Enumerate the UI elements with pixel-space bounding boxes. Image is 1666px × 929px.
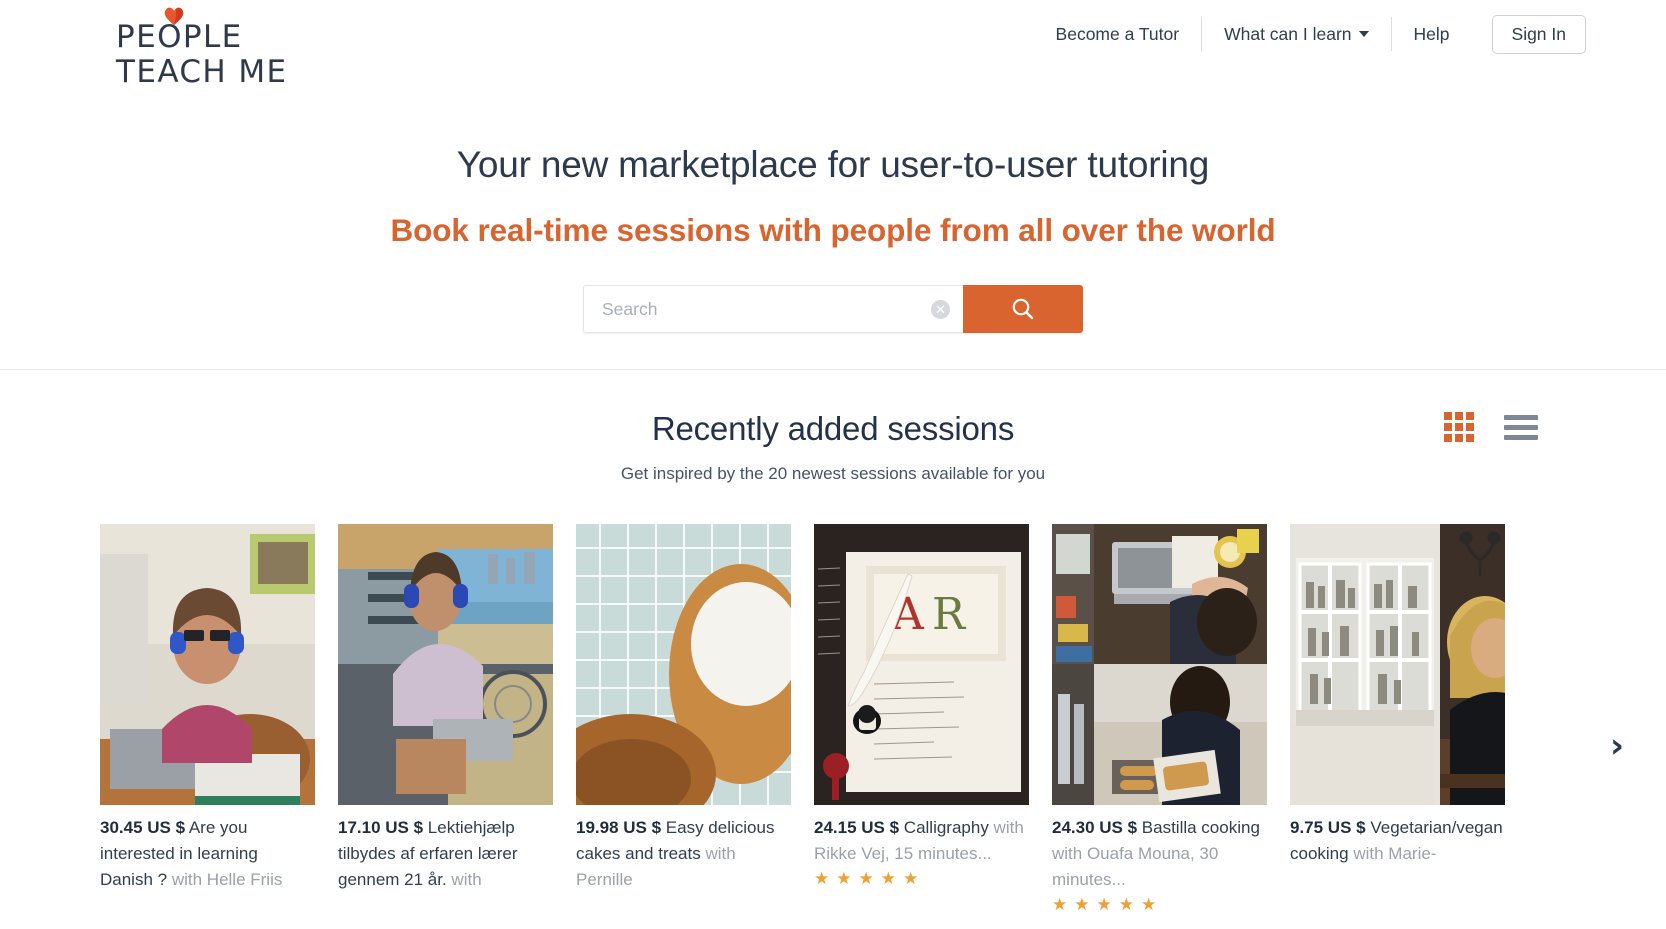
session-card[interactable]: 19.98 US $ Easy delicious cakes and trea… xyxy=(576,524,791,915)
search-row: ✕ xyxy=(0,285,1666,333)
hero-title: Your new marketplace for user-to-user tu… xyxy=(456,144,1210,185)
session-rating: ★★★★★ xyxy=(814,869,926,888)
session-price: 24.15 US $ xyxy=(814,818,900,837)
session-rating: ★★★★★ xyxy=(1052,895,1164,914)
session-thumbnail[interactable] xyxy=(100,524,315,805)
session-caption: 24.30 US $ Bastilla cooking with Ouafa M… xyxy=(1052,815,1267,893)
site-logo[interactable]: PEOPLE TEACH ME xyxy=(116,7,288,90)
session-meta: with Ouafa Mouna, 30 minutes... xyxy=(1052,844,1219,889)
close-icon[interactable]: ✕ xyxy=(931,299,950,319)
session-price: 30.45 US $ xyxy=(100,818,186,837)
thumbnail-image-calligraphy: A R xyxy=(814,524,1029,805)
session-thumbnail[interactable] xyxy=(1052,524,1267,805)
hero-section: Your new marketplace for user-to-user tu… xyxy=(0,96,1666,333)
nav-item-become-a-tutor[interactable]: Become a Tutor xyxy=(1034,16,1202,52)
session-meta: with Helle Friis xyxy=(167,870,283,889)
nav-item-what-can-i-learn[interactable]: What can I learn xyxy=(1202,16,1390,52)
thumbnail-image-danish xyxy=(100,524,315,805)
section-subtitle: Get inspired by the 20 newest sessions a… xyxy=(620,464,1046,483)
session-card[interactable]: A R 24.15 US $ Calligraphy with Rikke Ve… xyxy=(814,524,1029,915)
search-button[interactable] xyxy=(963,285,1083,333)
carousel-next-button[interactable]: › xyxy=(1610,729,1624,763)
list-view-icon[interactable] xyxy=(1504,414,1538,440)
session-title: Bastilla cooking xyxy=(1137,818,1260,837)
logo-line-2: TEACH ME xyxy=(116,54,288,90)
nav-label: Help xyxy=(1413,24,1450,44)
logo-line-1: PEOPLE xyxy=(116,19,243,55)
logo-text: PEOPLE TEACH ME xyxy=(116,8,288,90)
session-caption: 24.15 US $ Calligraphy with Rikke Vej, 1… xyxy=(814,815,1029,867)
search-field: ✕ xyxy=(583,285,963,333)
thumbnail-image-lektiehjaelp xyxy=(338,524,553,805)
main-navigation: Become a Tutor What can I learn Help Sig… xyxy=(1034,14,1586,54)
session-caption: 19.98 US $ Easy delicious cakes and trea… xyxy=(576,815,791,893)
session-thumbnail[interactable] xyxy=(338,524,553,805)
session-title: Calligraphy xyxy=(899,818,989,837)
thumbnail-image-vegetarian xyxy=(1290,524,1505,805)
session-meta: with Marie- xyxy=(1348,844,1437,863)
session-price: 9.75 US $ xyxy=(1290,818,1366,837)
nav-item-help[interactable]: Help xyxy=(1392,16,1472,52)
nav-label: Become a Tutor xyxy=(1055,24,1180,44)
section-title: Recently added sessions xyxy=(651,410,1015,447)
view-toggle xyxy=(1444,412,1538,442)
session-card[interactable]: 9.75 US $ Vegetarian/vegan cooking with … xyxy=(1290,524,1505,915)
thumbnail-image-cakes xyxy=(576,524,791,805)
session-card[interactable]: 17.10 US $ Lektiehjælp tilbydes af erfar… xyxy=(338,524,553,915)
sign-in-button[interactable]: Sign In xyxy=(1491,14,1586,54)
svg-text:R: R xyxy=(932,589,967,640)
search-icon xyxy=(1012,298,1034,320)
session-thumbnail[interactable] xyxy=(1290,524,1505,805)
session-price: 19.98 US $ xyxy=(576,818,662,837)
thumbnail-image-bastilla xyxy=(1052,524,1267,805)
session-caption: 17.10 US $ Lektiehjælp tilbydes af erfar… xyxy=(338,815,553,893)
nav-label: What can I learn xyxy=(1224,24,1352,44)
session-caption: 9.75 US $ Vegetarian/vegan cooking with … xyxy=(1290,815,1505,867)
session-card[interactable]: 24.30 US $ Bastilla cooking with Ouafa M… xyxy=(1052,524,1267,915)
session-price: 17.10 US $ xyxy=(338,818,424,837)
session-thumbnail[interactable] xyxy=(576,524,791,805)
session-meta: with xyxy=(446,870,482,889)
search-box: ✕ xyxy=(583,285,1083,333)
session-price: 24.30 US $ xyxy=(1052,818,1138,837)
site-header: PEOPLE TEACH ME Become a Tutor What can … xyxy=(0,0,1666,96)
session-thumbnail[interactable]: A R xyxy=(814,524,1029,805)
recently-added-section: Recently added sessions Get inspired by … xyxy=(0,370,1666,915)
grid-view-icon[interactable] xyxy=(1444,412,1474,442)
hero-subtitle: Book real-time sessions with people from… xyxy=(390,212,1276,248)
chevron-down-icon xyxy=(1358,31,1369,37)
session-caption: 30.45 US $ Are you interested in learnin… xyxy=(100,815,315,893)
heart-icon xyxy=(164,7,184,25)
session-card-list: 30.45 US $ Are you interested in learnin… xyxy=(0,524,1666,915)
search-input[interactable] xyxy=(584,286,963,332)
session-card[interactable]: 30.45 US $ Are you interested in learnin… xyxy=(100,524,315,915)
